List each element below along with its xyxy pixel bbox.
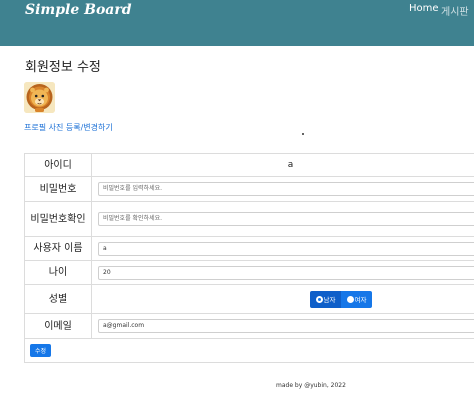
name-input[interactable]: a bbox=[98, 241, 474, 256]
form-row-email: 이메일 a@gmail.com bbox=[24, 313, 474, 339]
profile-photo-link[interactable]: 프로필 사진 등록/변경하기 bbox=[24, 122, 113, 133]
radio-checked-icon[interactable] bbox=[315, 295, 323, 303]
gender-female-label: 여자 bbox=[354, 296, 367, 304]
profile-avatar bbox=[24, 82, 55, 113]
password-confirm-label: 비밀번호확인 bbox=[24, 201, 92, 237]
password-label: 비밀번호 bbox=[24, 176, 92, 202]
name-label: 사용자 이름 bbox=[24, 236, 92, 261]
separator-dot bbox=[302, 133, 304, 135]
nav-home-link[interactable]: Home bbox=[409, 3, 439, 14]
nav-board-link[interactable]: 게시판 bbox=[441, 3, 469, 18]
form-row-name: 사용자 이름 a bbox=[24, 236, 474, 261]
form-row-password: 비밀번호 비밀번호를 입력하세요. bbox=[24, 176, 474, 202]
gender-label: 성별 bbox=[24, 284, 92, 314]
page-title: 회원정보 수정 bbox=[25, 60, 101, 75]
gender-male-button[interactable]: 남자 bbox=[310, 290, 341, 308]
radio-unchecked-icon[interactable] bbox=[346, 295, 354, 303]
form-row-age: 나이 20 bbox=[24, 260, 474, 285]
navbar: Simple Board Home 게시판 bbox=[0, 0, 474, 46]
submit-button[interactable]: 수정 bbox=[30, 344, 51, 357]
id-label: 아이디 bbox=[24, 153, 92, 177]
footer-credit: made by @yubin, 2022 bbox=[276, 382, 346, 389]
password-input[interactable]: 비밀번호를 입력하세요. bbox=[98, 182, 474, 196]
form-row-id: 아이디 a bbox=[24, 153, 474, 177]
gender-toggle-group: 남자 여자 bbox=[310, 290, 372, 308]
lion-avatar-icon bbox=[24, 82, 55, 113]
gender-female-button[interactable]: 여자 bbox=[341, 290, 372, 308]
form-row-gender: 성별 남자 여자 bbox=[24, 284, 474, 314]
age-input[interactable]: 20 bbox=[98, 265, 474, 280]
id-value: a bbox=[91, 153, 474, 177]
email-label: 이메일 bbox=[24, 313, 92, 339]
email-input[interactable]: a@gmail.com bbox=[98, 319, 474, 333]
submit-row: 수정 bbox=[24, 339, 474, 363]
form-row-password-confirm: 비밀번호확인 비밀번호를 확인하세요. bbox=[24, 201, 474, 237]
gender-male-label: 남자 bbox=[323, 296, 336, 304]
brand-logo[interactable]: Simple Board bbox=[25, 2, 132, 18]
age-label: 나이 bbox=[24, 260, 92, 285]
member-info-form: 아이디 a 비밀번호 비밀번호를 입력하세요. 비밀번호확인 비밀번호를 확인하… bbox=[24, 153, 474, 339]
password-confirm-input[interactable]: 비밀번호를 확인하세요. bbox=[98, 212, 474, 226]
